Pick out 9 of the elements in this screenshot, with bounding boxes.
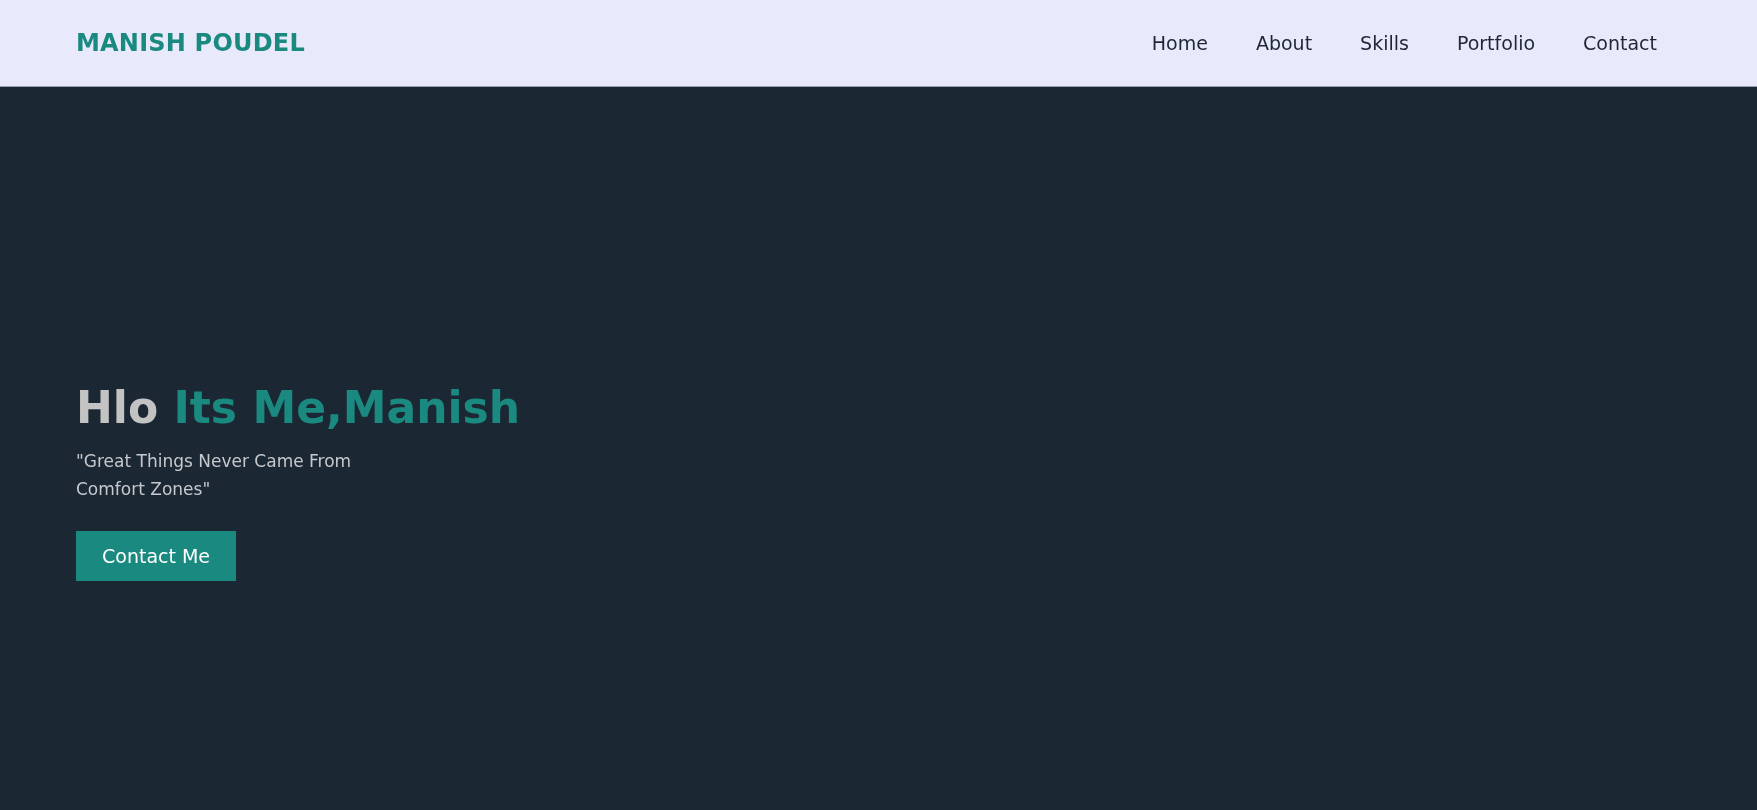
hero-quote: "Great Things Never Came From Comfort Zones" xyxy=(76,449,352,501)
nav-link[interactable]: Contact xyxy=(1583,32,1657,54)
nav-link[interactable]: About xyxy=(1255,32,1313,54)
hero-heading: Hlo Its Me,Manish xyxy=(76,382,521,435)
site-logo[interactable]: MANISH POUDEL xyxy=(76,29,305,57)
nav-link[interactable]: Portfolio xyxy=(1456,32,1536,54)
nav-link[interactable]: Home xyxy=(1151,32,1208,54)
nav-link[interactable]: Skills xyxy=(1360,32,1409,54)
contact-button[interactable]: Contact Me xyxy=(76,530,237,581)
